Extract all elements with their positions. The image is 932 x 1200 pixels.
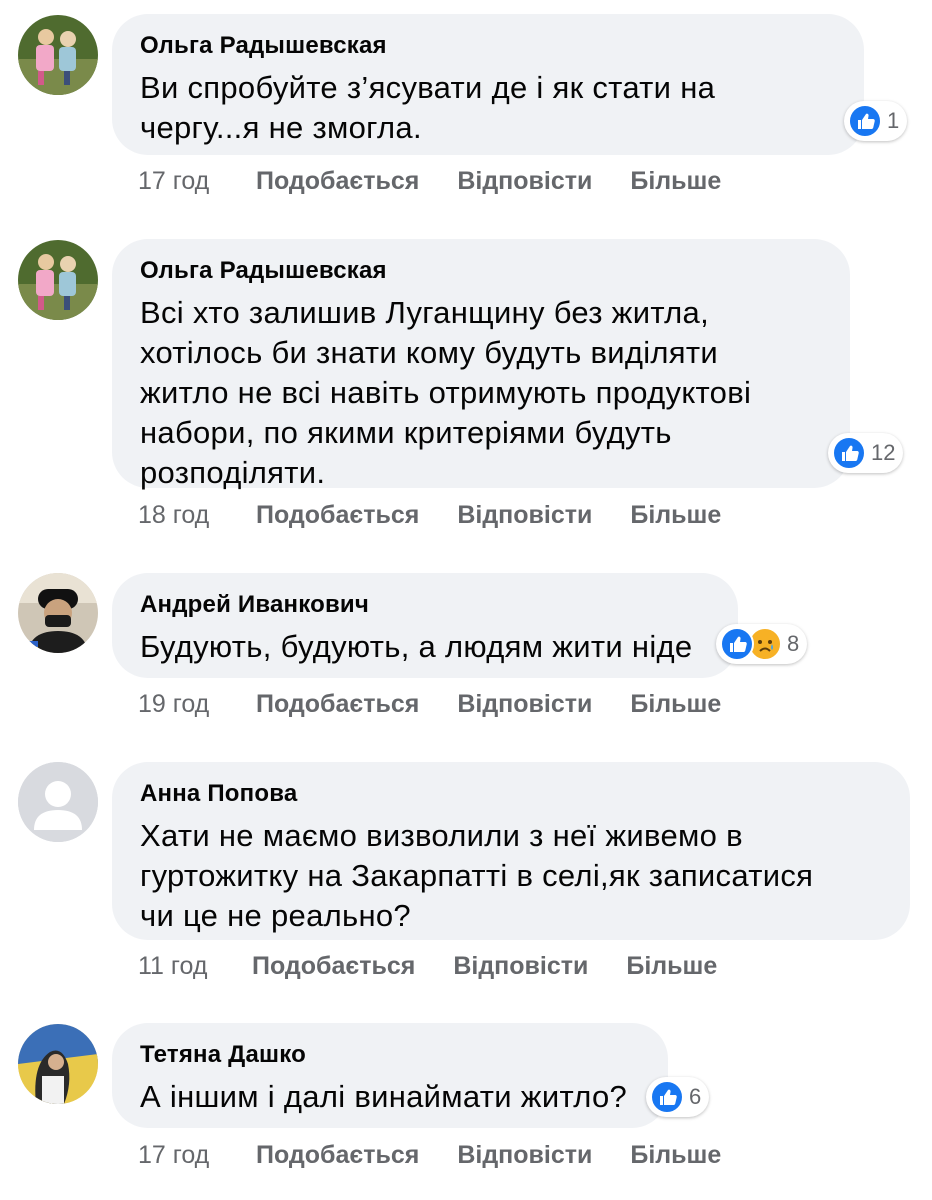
comment-actions: 17 год Подобається Відповісти Більше xyxy=(138,1141,759,1170)
like-button[interactable]: Подобається xyxy=(256,501,419,530)
like-button[interactable]: Подобається xyxy=(256,167,419,196)
comment-timestamp[interactable]: 18 год xyxy=(138,501,256,530)
comment-author[interactable]: Тетяна Дашко xyxy=(140,1039,640,1071)
comment-bubble: Андрей Иванкович Будують, будують, а люд… xyxy=(112,573,738,678)
avatar[interactable] xyxy=(18,1024,98,1104)
like-reaction-icon xyxy=(650,1080,684,1114)
comment-line: гуртожитку на Закарпатті в селі,як запис… xyxy=(140,858,814,893)
comment-line: хотілось би знати кому будуть виділяти xyxy=(140,335,719,370)
comment-text: Хати не маємо визволили з неї живемо в г… xyxy=(140,816,882,936)
comment-actions: 19 год Подобається Відповісти Більше xyxy=(138,690,759,719)
avatar-photo-icon xyxy=(18,15,98,95)
avatar[interactable] xyxy=(18,240,98,320)
comment-actions: 18 год Подобається Відповісти Більше xyxy=(138,501,759,530)
avatar-photo-icon xyxy=(18,1024,98,1104)
more-button[interactable]: Більше xyxy=(630,167,721,196)
like-button[interactable]: Подобається xyxy=(252,952,415,981)
comment-line: А іншим і далі винаймати житло? xyxy=(140,1079,628,1114)
reaction-count: 6 xyxy=(689,1084,702,1109)
reaction-summary[interactable]: 12 xyxy=(828,433,904,473)
comment-line: набори, по якими критеріями будуть xyxy=(140,415,672,450)
comment-author[interactable]: Анна Попова xyxy=(140,778,882,810)
comment-line: чи це не реально? xyxy=(140,898,411,933)
comment-bubble: Тетяна Дашко А іншим і далі винаймати жи… xyxy=(112,1023,668,1128)
reaction-count: 1 xyxy=(887,108,900,133)
avatar[interactable] xyxy=(18,762,98,842)
comment-timestamp[interactable]: 17 год xyxy=(138,1141,256,1170)
reaction-summary[interactable]: 1 xyxy=(844,101,908,141)
comment-author[interactable]: Ольга Радышевская xyxy=(140,255,822,287)
comment-line: чергу...я не змогла. xyxy=(140,110,422,145)
comment-timestamp[interactable]: 17 год xyxy=(138,167,256,196)
reply-button[interactable]: Відповісти xyxy=(457,501,592,530)
reply-button[interactable]: Відповісти xyxy=(457,690,592,719)
reaction-count: 12 xyxy=(871,440,896,465)
comment-line: Будують, будують, а людям жити ніде xyxy=(140,629,693,664)
reply-button[interactable]: Відповісти xyxy=(457,167,592,196)
comment-actions: 11 год Подобається Відповісти Більше xyxy=(138,952,755,981)
avatar[interactable] xyxy=(18,573,98,653)
comment-text: А іншим і далі винаймати житло? xyxy=(140,1077,640,1117)
reaction-summary[interactable]: 6 xyxy=(646,1077,710,1117)
default-avatar-icon xyxy=(18,762,98,842)
comment-line: Всі хто залишив Луганщину без житла, xyxy=(140,295,709,330)
comment-author[interactable]: Ольга Радышевская xyxy=(140,30,836,62)
reaction-summary[interactable]: 8 xyxy=(716,624,808,664)
like-reaction-icon xyxy=(720,627,754,661)
comment-bubble: Ольга Радышевская Ви спробуйте з’ясувати… xyxy=(112,14,864,155)
more-button[interactable]: Більше xyxy=(630,1141,721,1170)
like-reaction-icon xyxy=(832,436,866,470)
comment-bubble: Анна Попова Хати не маємо визволили з не… xyxy=(112,762,910,940)
avatar-photo-icon xyxy=(18,573,98,653)
comment-text: Будують, будують, а людям жити ніде xyxy=(140,627,710,667)
comment-actions: 17 год Подобається Відповісти Більше xyxy=(138,167,759,196)
like-button[interactable]: Подобається xyxy=(256,1141,419,1170)
like-button[interactable]: Подобається xyxy=(256,690,419,719)
comment-line: житло не всі навіть отримують продуктові xyxy=(140,375,752,410)
comment-line: розподіляти. xyxy=(140,455,326,490)
comment-bubble: Ольга Радышевская Всі хто залишив Луганщ… xyxy=(112,239,850,490)
comment-timestamp[interactable]: 19 год xyxy=(138,690,256,719)
comment-timestamp[interactable]: 11 год xyxy=(138,952,252,981)
comment-text: Всі хто залишив Луганщину без житла, хот… xyxy=(140,293,822,493)
more-button[interactable]: Більше xyxy=(630,690,721,719)
comment-line: Ви спробуйте з’ясувати де і як стати на xyxy=(140,70,716,105)
avatar[interactable] xyxy=(18,15,98,95)
more-button[interactable]: Більше xyxy=(630,501,721,530)
comment-author[interactable]: Андрей Иванкович xyxy=(140,589,710,621)
comment-line: Хати не маємо визволили з неї живемо в xyxy=(140,818,743,853)
more-button[interactable]: Більше xyxy=(626,952,717,981)
reaction-count: 8 xyxy=(787,631,800,656)
like-reaction-icon xyxy=(848,104,882,138)
reply-button[interactable]: Відповісти xyxy=(453,952,588,981)
reply-button[interactable]: Відповісти xyxy=(457,1141,592,1170)
comment-text: Ви спробуйте з’ясувати де і як стати на … xyxy=(140,68,836,148)
avatar-photo-icon xyxy=(18,240,98,320)
